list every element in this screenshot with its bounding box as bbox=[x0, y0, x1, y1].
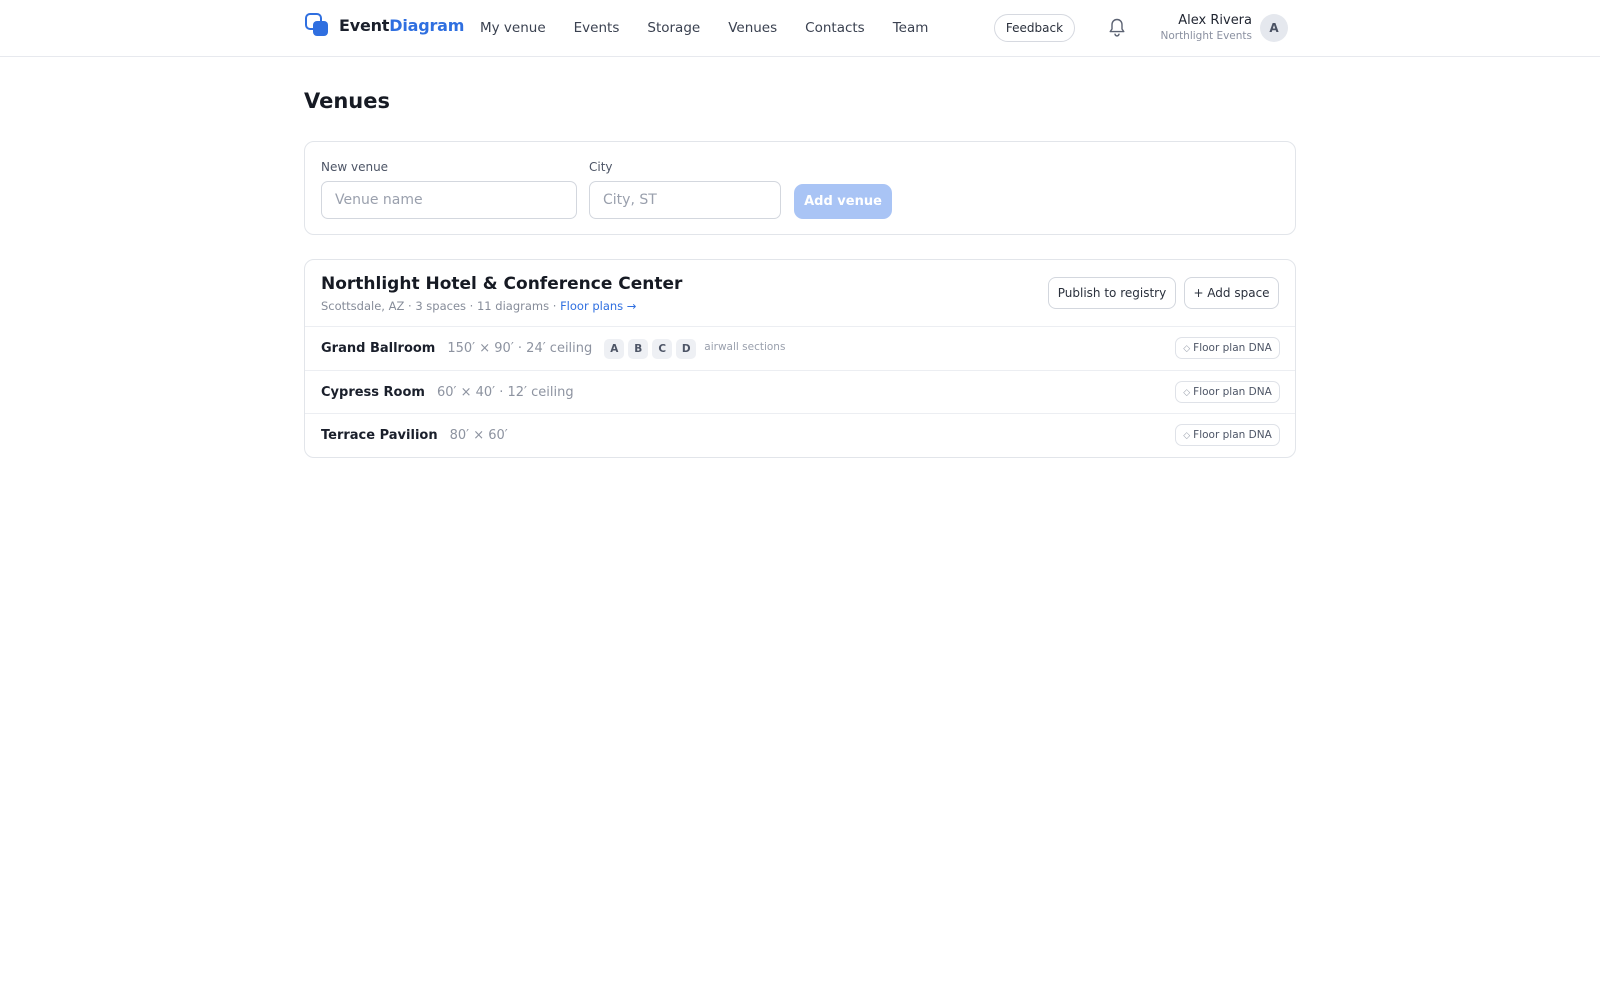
venue-city: Scottsdale, AZ bbox=[321, 299, 405, 313]
city-input[interactable] bbox=[589, 181, 781, 219]
nav-item-my-venue[interactable]: My venue bbox=[466, 0, 560, 56]
venue-card: Northlight Hotel & Conference Center Sco… bbox=[304, 259, 1296, 458]
floor-plan-dna-button[interactable]: ◇ Floor plan DNA bbox=[1175, 380, 1280, 403]
airwall-section-c[interactable]: C bbox=[652, 338, 673, 359]
user-info[interactable]: Alex Rivera Northlight Events bbox=[1160, 12, 1252, 43]
top-bar: EventDiagram My venue Events Storage Ven… bbox=[0, 0, 1600, 57]
airwall-section-d[interactable]: D bbox=[676, 338, 697, 359]
venue-space-count: 3 spaces bbox=[415, 299, 467, 313]
space-row[interactable]: Terrace Pavilion 80′ × 60′ ◇ Floor plan D… bbox=[305, 414, 1295, 457]
space-dimensions: 80′ × 60′ bbox=[449, 428, 508, 443]
diamond-icon: ◇ bbox=[1183, 387, 1191, 398]
venue-name-input[interactable] bbox=[321, 181, 577, 219]
venue-header: Northlight Hotel & Conference Center Sco… bbox=[305, 260, 1295, 327]
page-title: Venues bbox=[304, 89, 390, 113]
airwall-note: airwall sections bbox=[704, 340, 786, 353]
nav-item-events[interactable]: Events bbox=[560, 0, 634, 56]
add-space-button[interactable]: + Add space bbox=[1184, 277, 1279, 309]
add-venue-button[interactable]: Add venue bbox=[794, 184, 892, 219]
new-venue-form: New venue City Add venue bbox=[304, 141, 1296, 235]
space-row[interactable]: Grand Ballroom 150′ × 90′ · 24′ ceiling … bbox=[305, 327, 1295, 371]
avatar[interactable]: A bbox=[1260, 14, 1288, 42]
diamond-icon: ◇ bbox=[1183, 344, 1191, 354]
floor-plan-dna-button[interactable]: ◇ Floor plan DNA bbox=[1175, 424, 1280, 446]
airwall-section-a[interactable]: A bbox=[604, 338, 625, 359]
user-org: Northlight Events bbox=[1160, 30, 1252, 42]
space-row[interactable]: Cypress Room 60′ × 40′ · 12′ ceiling ◇ Fl… bbox=[305, 371, 1295, 414]
publish-to-registry-button[interactable]: Publish to registry bbox=[1048, 277, 1176, 309]
nav-item-venues[interactable]: Venues bbox=[714, 0, 791, 56]
user-name: Alex Rivera bbox=[1178, 13, 1252, 28]
space-name: Grand Ballroom bbox=[321, 341, 436, 356]
nav-item-contacts[interactable]: Contacts bbox=[791, 0, 879, 56]
space-name: Terrace Pavilion bbox=[321, 428, 438, 443]
floor-plans-link[interactable]: Floor plans → bbox=[560, 299, 636, 313]
space-name: Cypress Room bbox=[321, 384, 425, 400]
bell-icon[interactable] bbox=[1107, 17, 1127, 39]
space-dimensions: 150′ × 90′ · 24′ ceiling bbox=[447, 341, 593, 356]
logo[interactable]: EventDiagram bbox=[305, 13, 464, 37]
nav-item-team[interactable]: Team bbox=[879, 0, 943, 56]
logo-text: EventDiagram bbox=[339, 15, 465, 35]
venue-meta: Scottsdale, AZ · 3 spaces · 11 diagrams … bbox=[321, 299, 637, 313]
feedback-button[interactable]: Feedback bbox=[994, 14, 1075, 42]
diamond-icon: ◇ bbox=[1183, 431, 1191, 441]
main-nav: My venue Events Storage Venues Contacts … bbox=[466, 0, 942, 56]
airwall-sections: A B C D bbox=[604, 338, 697, 359]
airwall-section-b[interactable]: B bbox=[628, 338, 649, 359]
venue-diagram-count: 11 diagrams bbox=[476, 299, 550, 313]
venue-name-label: New venue bbox=[321, 160, 389, 174]
space-dimensions: 60′ × 40′ · 12′ ceiling bbox=[436, 384, 574, 400]
floor-plan-dna-button[interactable]: ◇ Floor plan DNA bbox=[1175, 337, 1280, 359]
logo-icon bbox=[305, 13, 329, 37]
nav-item-storage[interactable]: Storage bbox=[633, 0, 714, 56]
venue-name: Northlight Hotel & Conference Center bbox=[321, 274, 683, 294]
city-label: City bbox=[589, 160, 613, 174]
